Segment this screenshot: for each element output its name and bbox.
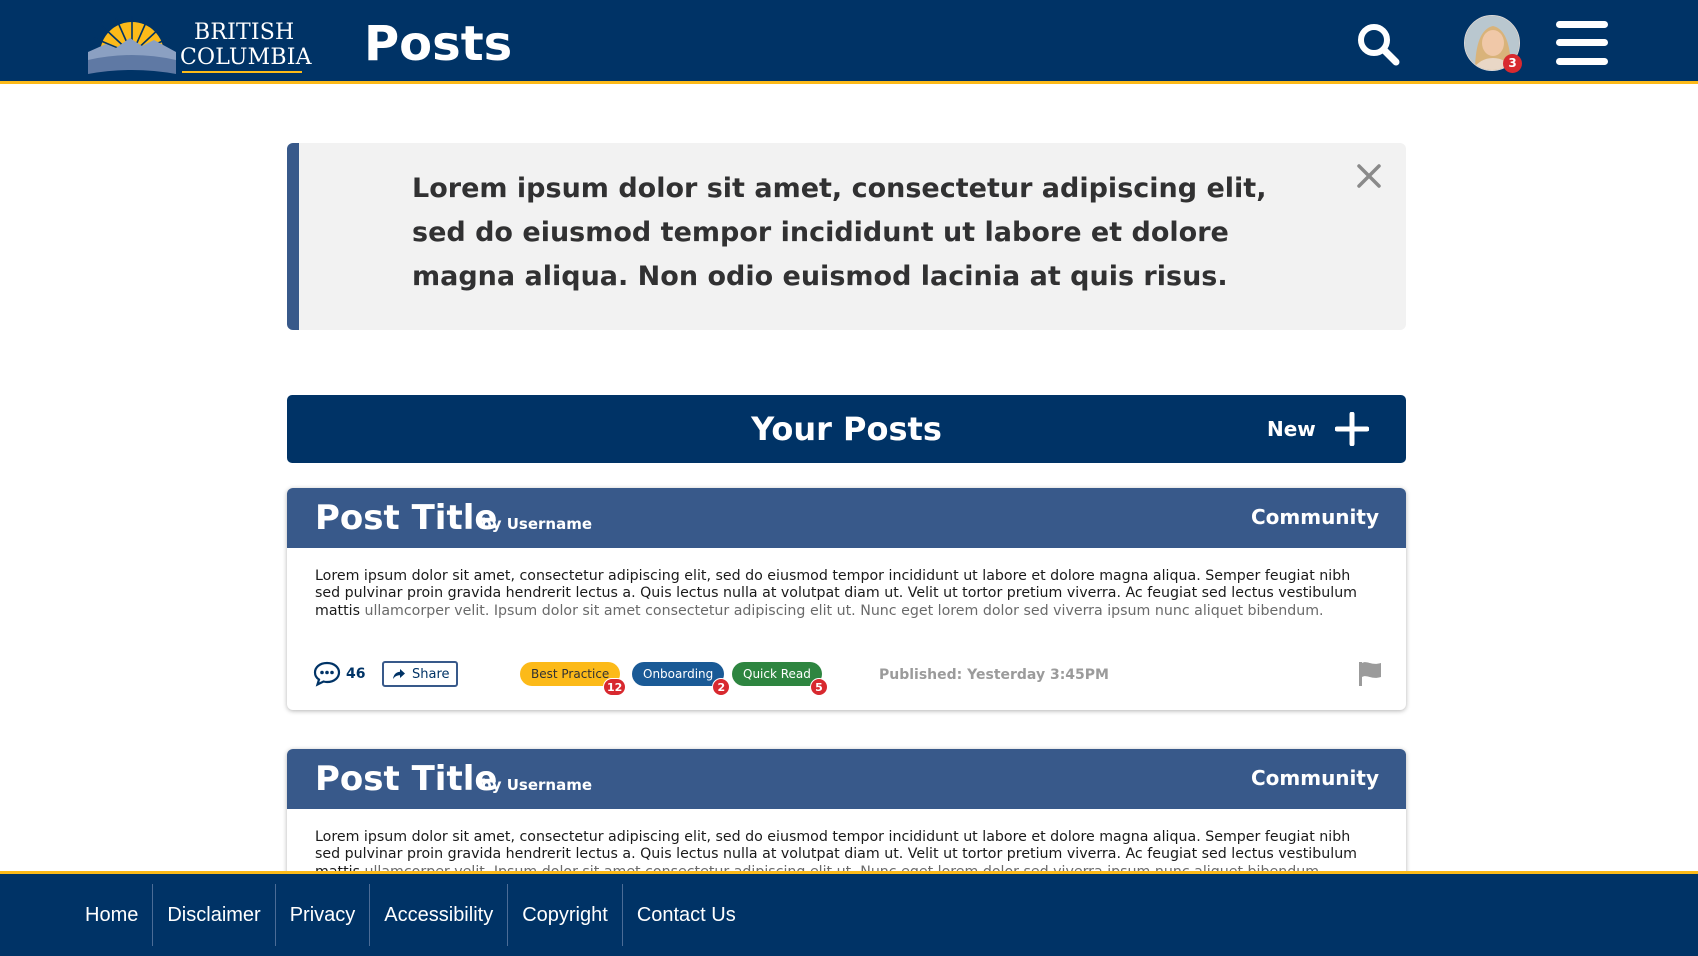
post-body-fade-text: ullamcorper velit. Ipsum dolor sit amet … <box>364 602 1324 619</box>
tag-best-practice[interactable]: Best Practice 12 <box>520 662 627 696</box>
post-body: Lorem ipsum dolor sit amet, consectetur … <box>315 568 1365 620</box>
published-date: Published: Yesterday 3:45PM <box>879 667 1109 683</box>
plus-icon <box>1335 412 1369 446</box>
post-card-header: Post Title by Username Community <box>287 749 1406 809</box>
comment-count: 46 <box>346 666 366 682</box>
share-button[interactable]: Share <box>382 661 458 687</box>
post-footer: 46 Share Best Practice 12 Onboarding 2 Q… <box>287 658 1406 698</box>
your-posts-header: Your Posts New <box>287 395 1406 463</box>
alert-accent-bar <box>287 143 299 330</box>
post-author: by Username <box>481 515 593 533</box>
footer-link-privacy[interactable]: Privacy <box>276 884 370 946</box>
footer-link-home[interactable]: Home <box>71 884 152 946</box>
post-category[interactable]: Community <box>1251 505 1379 529</box>
post-author: by Username <box>481 776 593 794</box>
post-title[interactable]: Post Title <box>315 495 497 541</box>
site-footer: Home Disclaimer Privacy Accessibility Co… <box>0 871 1698 956</box>
logo-underline <box>182 71 302 73</box>
footer-link-accessibility[interactable]: Accessibility <box>370 884 507 946</box>
tag-quick-read[interactable]: Quick Read 5 <box>732 662 828 696</box>
new-post-label: New <box>1267 417 1316 441</box>
menu-line <box>1556 58 1608 65</box>
footer-link-disclaimer[interactable]: Disclaimer <box>153 884 274 946</box>
new-post-button[interactable]: New <box>1267 409 1382 449</box>
menu-line <box>1556 39 1608 46</box>
tag-count-badge: 5 <box>809 678 828 696</box>
search-button[interactable] <box>1356 22 1402 68</box>
notification-badge: 3 <box>1503 54 1522 73</box>
footer-link-copyright[interactable]: Copyright <box>508 884 622 946</box>
alert-message: Lorem ipsum dolor sit amet, consectetur … <box>412 173 1267 292</box>
page-title: Posts <box>364 16 513 72</box>
share-label: Share <box>412 666 450 682</box>
search-icon <box>1358 24 1400 66</box>
post-card: Post Title by Username Community Lorem i… <box>287 488 1406 710</box>
share-arrow-icon <box>393 669 405 679</box>
footer-link-contact-us[interactable]: Contact Us <box>623 884 750 946</box>
bc-sun-logo-icon <box>88 16 176 74</box>
your-posts-title: Your Posts <box>751 410 942 448</box>
tag-count-badge: 2 <box>712 678 731 696</box>
alert-close-button[interactable] <box>1356 163 1382 189</box>
comment-icon <box>313 661 341 687</box>
menu-line <box>1556 21 1608 28</box>
logo-wordmark: British Columbia <box>180 20 312 70</box>
post-card-header: Post Title by Username Community <box>287 488 1406 548</box>
close-icon <box>1357 164 1381 188</box>
footer-nav: Home Disclaimer Privacy Accessibility Co… <box>71 884 750 946</box>
post-title[interactable]: Post Title <box>315 756 497 802</box>
tag-label: Onboarding <box>643 667 714 681</box>
comments-button[interactable]: 46 <box>313 661 369 689</box>
flag-icon <box>1359 662 1381 686</box>
report-flag-button[interactable] <box>1357 660 1383 688</box>
hamburger-menu-button[interactable] <box>1556 20 1608 66</box>
tag-label: Best Practice <box>531 667 610 681</box>
tag-label: Quick Read <box>743 667 811 681</box>
tag-count-badge: 12 <box>603 678 627 696</box>
site-header: British Columbia Posts 3 <box>0 0 1698 84</box>
info-alert: Lorem ipsum dolor sit amet, consectetur … <box>287 143 1406 330</box>
post-category[interactable]: Community <box>1251 766 1379 790</box>
bc-logo[interactable]: British Columbia <box>86 10 316 76</box>
tag-onboarding[interactable]: Onboarding 2 <box>632 662 731 696</box>
